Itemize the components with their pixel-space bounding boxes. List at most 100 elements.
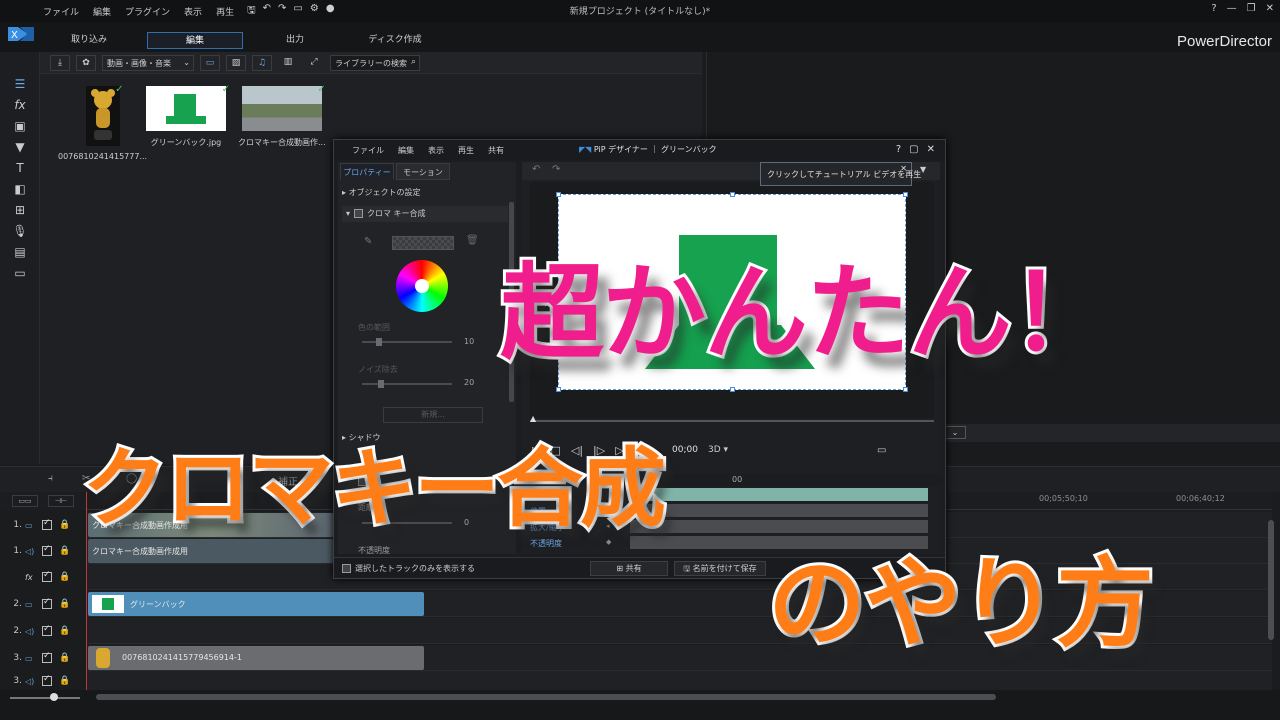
music-filter-icon[interactable]: ♫: [252, 54, 272, 71]
key-color-swatch[interactable]: [392, 236, 454, 250]
tab-properties[interactable]: プロパティー: [340, 163, 394, 180]
dialog-menu-share[interactable]: 共有: [488, 145, 504, 156]
preview-quality-select[interactable]: ⌄: [944, 426, 966, 439]
close-icon[interactable]: ✕: [1266, 3, 1274, 14]
tutorial-tooltip[interactable]: クリックしてチュートリアル ビデオを再生 ✕: [760, 162, 921, 186]
aspect-icon[interactable]: ▭: [293, 3, 302, 20]
figure-clip[interactable]: 0076810241415779456914-1: [88, 646, 424, 670]
maximize-icon[interactable]: ▢: [909, 144, 918, 155]
library-search-input[interactable]: ライブラリーの検索 ⌕: [330, 54, 420, 71]
expand-icon[interactable]: ⤢: [304, 55, 324, 71]
import-icon[interactable]: ⤓: [50, 54, 70, 71]
lock-icon[interactable]: 🔒: [59, 546, 70, 556]
undo-icon[interactable]: ↶: [532, 164, 540, 175]
view-icon[interactable]: ▥: [278, 55, 298, 71]
object-settings-section[interactable]: ▸ オブジェクトの設定: [342, 187, 421, 198]
dialog-menu-edit[interactable]: 編集: [398, 145, 414, 156]
timeline-zoom-slider[interactable]: [10, 697, 80, 699]
keyframe-bar[interactable]: [630, 488, 928, 501]
tab-edit[interactable]: 編集: [147, 32, 243, 49]
library-item[interactable]: ✓ グリーンバック.jpg: [146, 84, 230, 148]
library-item[interactable]: ✓ 0076810241415777...: [58, 84, 147, 161]
fullscreen-icon[interactable]: ▭: [877, 445, 886, 456]
color-range-knob[interactable]: [376, 338, 382, 346]
resize-handle[interactable]: [556, 387, 561, 392]
save-icon[interactable]: 🖫: [247, 3, 256, 20]
track-manager-icon[interactable]: ▭▭: [12, 495, 38, 507]
lock-icon[interactable]: 🔒: [59, 520, 70, 530]
menu-plugin[interactable]: プラグイン: [118, 5, 177, 18]
timeline-horizontal-scrollbar[interactable]: [96, 694, 996, 700]
dialog-menu-view[interactable]: 表示: [428, 145, 444, 156]
track-enable-checkbox[interactable]: [42, 651, 52, 663]
close-icon[interactable]: ✕: [900, 164, 907, 173]
particle-icon[interactable]: ▼: [0, 137, 40, 158]
info-icon[interactable]: ●: [326, 3, 335, 20]
lock-icon[interactable]: 🔒: [59, 599, 70, 609]
track-enable-checkbox[interactable]: [42, 518, 52, 530]
menu-edit[interactable]: 編集: [86, 5, 118, 18]
trash-icon[interactable]: 🗑: [466, 235, 479, 246]
redo-icon[interactable]: ↷: [552, 164, 560, 175]
minimize-icon[interactable]: —: [1227, 3, 1237, 14]
tab-capture[interactable]: 取り込み: [50, 32, 128, 49]
split-icon[interactable]: ⫞: [48, 473, 53, 484]
track-enable-checkbox[interactable]: [42, 570, 52, 582]
resize-handle[interactable]: [556, 192, 561, 197]
greenback-clip[interactable]: グリーンバック: [88, 592, 424, 616]
eyedropper-icon[interactable]: ✎: [364, 236, 372, 247]
video-filter-icon[interactable]: ▭: [200, 54, 220, 71]
menu-file[interactable]: ファイル: [36, 5, 86, 18]
only-selected-row[interactable]: 選択したトラックのみを表示する: [342, 563, 475, 574]
pip-icon[interactable]: ▣: [0, 116, 40, 137]
resize-handle[interactable]: [903, 387, 908, 392]
lock-icon[interactable]: 🔒: [59, 572, 70, 582]
menu-play[interactable]: 再生: [209, 5, 241, 18]
tab-disc[interactable]: ディスク作成: [352, 32, 438, 49]
save-as-button[interactable]: 🖫 名前を付けて保存: [674, 561, 766, 576]
resize-handle[interactable]: [730, 192, 735, 197]
undo-icon[interactable]: ↶: [263, 3, 271, 20]
title-icon[interactable]: T: [0, 158, 40, 179]
3d-toggle[interactable]: 3D ▾: [708, 445, 728, 455]
track-lane[interactable]: [86, 671, 1272, 691]
menu-view[interactable]: 表示: [177, 5, 209, 18]
resize-handle[interactable]: [903, 192, 908, 197]
subtitle-icon[interactable]: ▭: [0, 263, 40, 284]
denoise-knob[interactable]: [378, 380, 384, 388]
share-button[interactable]: ⊞ 共有: [590, 561, 668, 576]
fx-icon[interactable]: fx: [0, 95, 40, 116]
track-enable-checkbox[interactable]: [42, 624, 52, 636]
gear-icon[interactable]: ⚙: [310, 3, 319, 20]
chroma-key-section[interactable]: ▾ クロマ キー合成: [342, 206, 508, 222]
restore-icon[interactable]: ❐: [1247, 3, 1256, 14]
lock-icon[interactable]: 🔒: [59, 653, 70, 663]
lock-icon[interactable]: 🔒: [59, 626, 70, 636]
audio-mixing-icon[interactable]: ⊞: [0, 200, 40, 221]
resize-handle[interactable]: [730, 387, 735, 392]
fit-timeline-icon[interactable]: ⊣⊢: [48, 495, 74, 507]
keyframe-bar[interactable]: [630, 504, 928, 517]
library-item[interactable]: ✓ クロマキー合成動画作...: [238, 84, 326, 148]
close-icon[interactable]: ✕: [927, 144, 935, 155]
only-selected-checkbox[interactable]: [342, 564, 351, 573]
image-filter-icon[interactable]: ▨: [226, 54, 246, 71]
tab-produce[interactable]: 出力: [256, 32, 334, 49]
color-wheel[interactable]: [396, 260, 448, 312]
timeline-zoom-knob[interactable]: [50, 693, 58, 701]
tab-motion[interactable]: モーション: [396, 163, 450, 180]
denoise-slider[interactable]: [362, 383, 452, 385]
timeline-vertical-scrollbar[interactable]: [1268, 520, 1274, 640]
chroma-key-checkbox[interactable]: [354, 209, 364, 218]
chapter-icon[interactable]: ▤: [0, 242, 40, 263]
transition-icon[interactable]: ◧: [0, 179, 40, 200]
track-enable-checkbox[interactable]: [42, 674, 52, 686]
redo-icon[interactable]: ↷: [278, 3, 286, 20]
dialog-menu-play[interactable]: 再生: [458, 145, 474, 156]
plugin-icon[interactable]: ✿: [76, 54, 96, 71]
microphone-icon[interactable]: 🎙: [0, 221, 40, 242]
search-icon[interactable]: ⌕: [411, 57, 416, 67]
dialog-menu-file[interactable]: ファイル: [352, 145, 384, 156]
media-filter-select[interactable]: 動画・画像・音楽 ⌄: [102, 54, 194, 71]
media-room-icon[interactable]: ☰: [0, 74, 40, 95]
